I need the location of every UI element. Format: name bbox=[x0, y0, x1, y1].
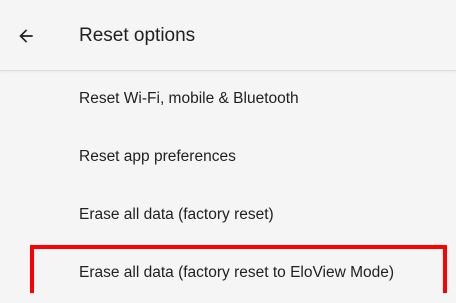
option-label: Reset app preferences bbox=[79, 148, 236, 165]
factory-reset-eloview-option[interactable]: Erase all data (factory reset to EloView… bbox=[0, 245, 456, 303]
reset-network-option[interactable]: Reset Wi-Fi, mobile & Bluetooth bbox=[0, 71, 456, 129]
option-label: Erase all data (factory reset) bbox=[79, 206, 274, 223]
arrow-back-icon bbox=[19, 29, 33, 43]
option-label: Reset Wi-Fi, mobile & Bluetooth bbox=[79, 90, 299, 107]
factory-reset-option[interactable]: Erase all data (factory reset) bbox=[0, 187, 456, 245]
reset-app-preferences-option[interactable]: Reset app preferences bbox=[0, 129, 456, 187]
page-title: Reset options bbox=[79, 25, 196, 46]
option-label: Erase all data (factory reset to EloView… bbox=[79, 264, 395, 281]
app-bar: Reset options bbox=[0, 0, 456, 71]
back-button[interactable] bbox=[10, 20, 42, 52]
reset-options-list: Reset Wi-Fi, mobile & Bluetooth Reset ap… bbox=[0, 71, 456, 303]
